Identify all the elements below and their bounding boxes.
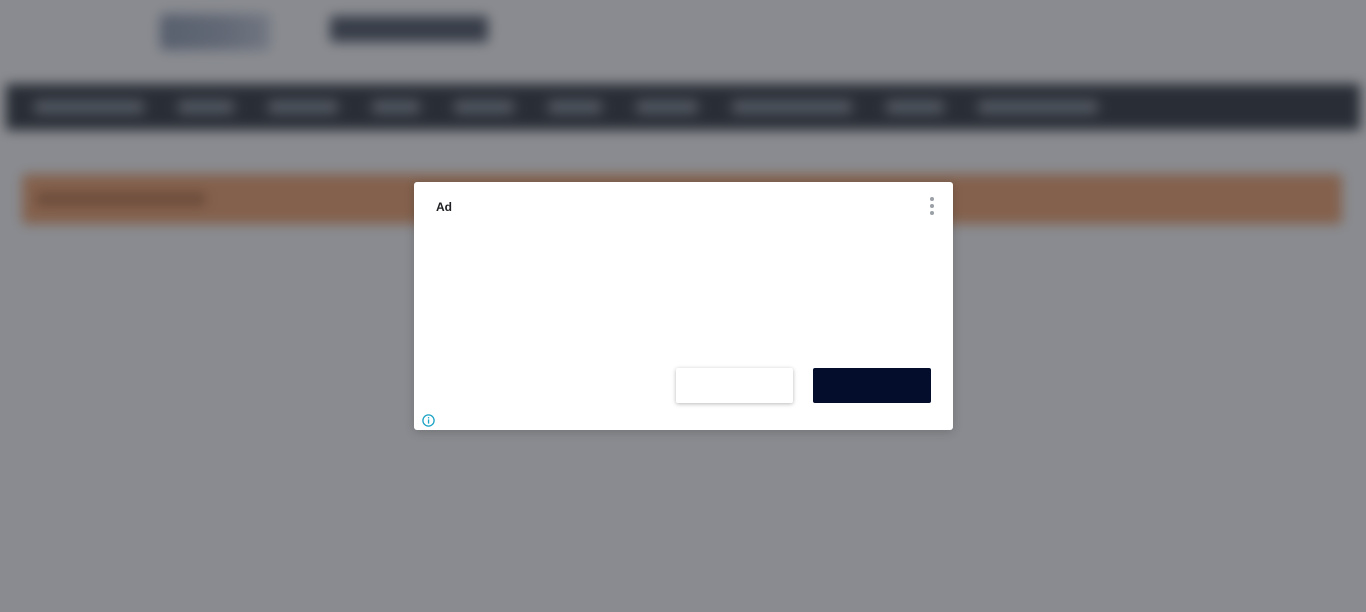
info-icon[interactable] — [422, 414, 435, 427]
ad-label: Ad — [436, 200, 452, 214]
primary-button[interactable] — [813, 368, 931, 403]
menu-dot — [930, 197, 934, 201]
ad-dialog: Ad — [414, 182, 953, 430]
secondary-button[interactable] — [676, 368, 793, 403]
more-vert-icon[interactable] — [924, 196, 940, 216]
menu-dot — [930, 204, 934, 208]
page: Ad — [0, 0, 1366, 612]
menu-dot — [930, 211, 934, 215]
